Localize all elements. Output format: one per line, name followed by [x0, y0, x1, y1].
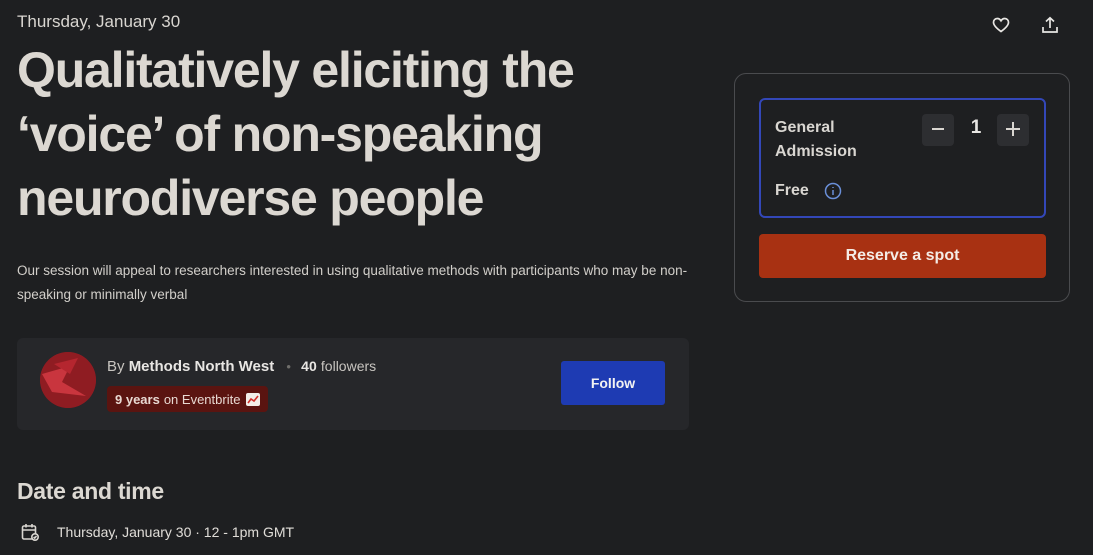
event-page: Thursday, January 30 Qualitatively elici… [0, 0, 1093, 555]
share-button[interactable] [1037, 14, 1063, 40]
minus-icon [931, 122, 945, 139]
event-title: Qualitatively eliciting the ‘voice’ of n… [17, 42, 575, 226]
ticket-quantity: 1 [970, 117, 982, 138]
event-summary: Our session will appeal to researchers i… [17, 263, 688, 302]
badge-suffix: on Eventbrite [163, 391, 241, 407]
calendar-icon [20, 522, 40, 542]
reserve-spot-button[interactable]: Reserve a spot [759, 234, 1046, 278]
increase-quantity-button[interactable] [997, 114, 1029, 146]
date-time-value: Thursday, January 30 · 12 - 1pm GMT [57, 524, 295, 540]
followers-label: followers [320, 358, 377, 374]
date-time-heading: Date and time [17, 478, 164, 504]
event-date-header: Thursday, January 30 [17, 12, 181, 31]
by-prefix: By [107, 358, 125, 375]
organizer-avatar[interactable] [40, 352, 96, 408]
share-icon [1041, 16, 1059, 39]
trending-chart-icon [246, 392, 261, 406]
organizer-name-link[interactable]: Methods North West [129, 358, 275, 375]
separator-dot: • [286, 359, 291, 374]
plus-icon [1005, 121, 1021, 140]
decrease-quantity-button[interactable] [922, 114, 954, 146]
followers-count: 40 [301, 358, 317, 374]
organizer-byline: By Methods North West • 40 followers [107, 358, 376, 375]
date-time-row: Thursday, January 30 · 12 - 1pm GMT [20, 522, 294, 542]
like-button[interactable] [988, 14, 1014, 40]
organizer-card: By Methods North West • 40 followers 9 y… [17, 338, 689, 430]
heart-icon [992, 17, 1010, 38]
organizer-tenure-badge: 9 years on Eventbrite [107, 386, 269, 412]
ticket-panel: General Admission 1 Free Reserve a spot [734, 73, 1070, 302]
ticket-option[interactable]: General Admission 1 Free [759, 98, 1046, 218]
info-icon[interactable] [824, 182, 842, 200]
ticket-name: General Admission [775, 119, 857, 160]
ticket-price: Free [775, 182, 809, 199]
badge-years: 9 years [115, 391, 160, 407]
follow-button[interactable]: Follow [561, 361, 665, 405]
